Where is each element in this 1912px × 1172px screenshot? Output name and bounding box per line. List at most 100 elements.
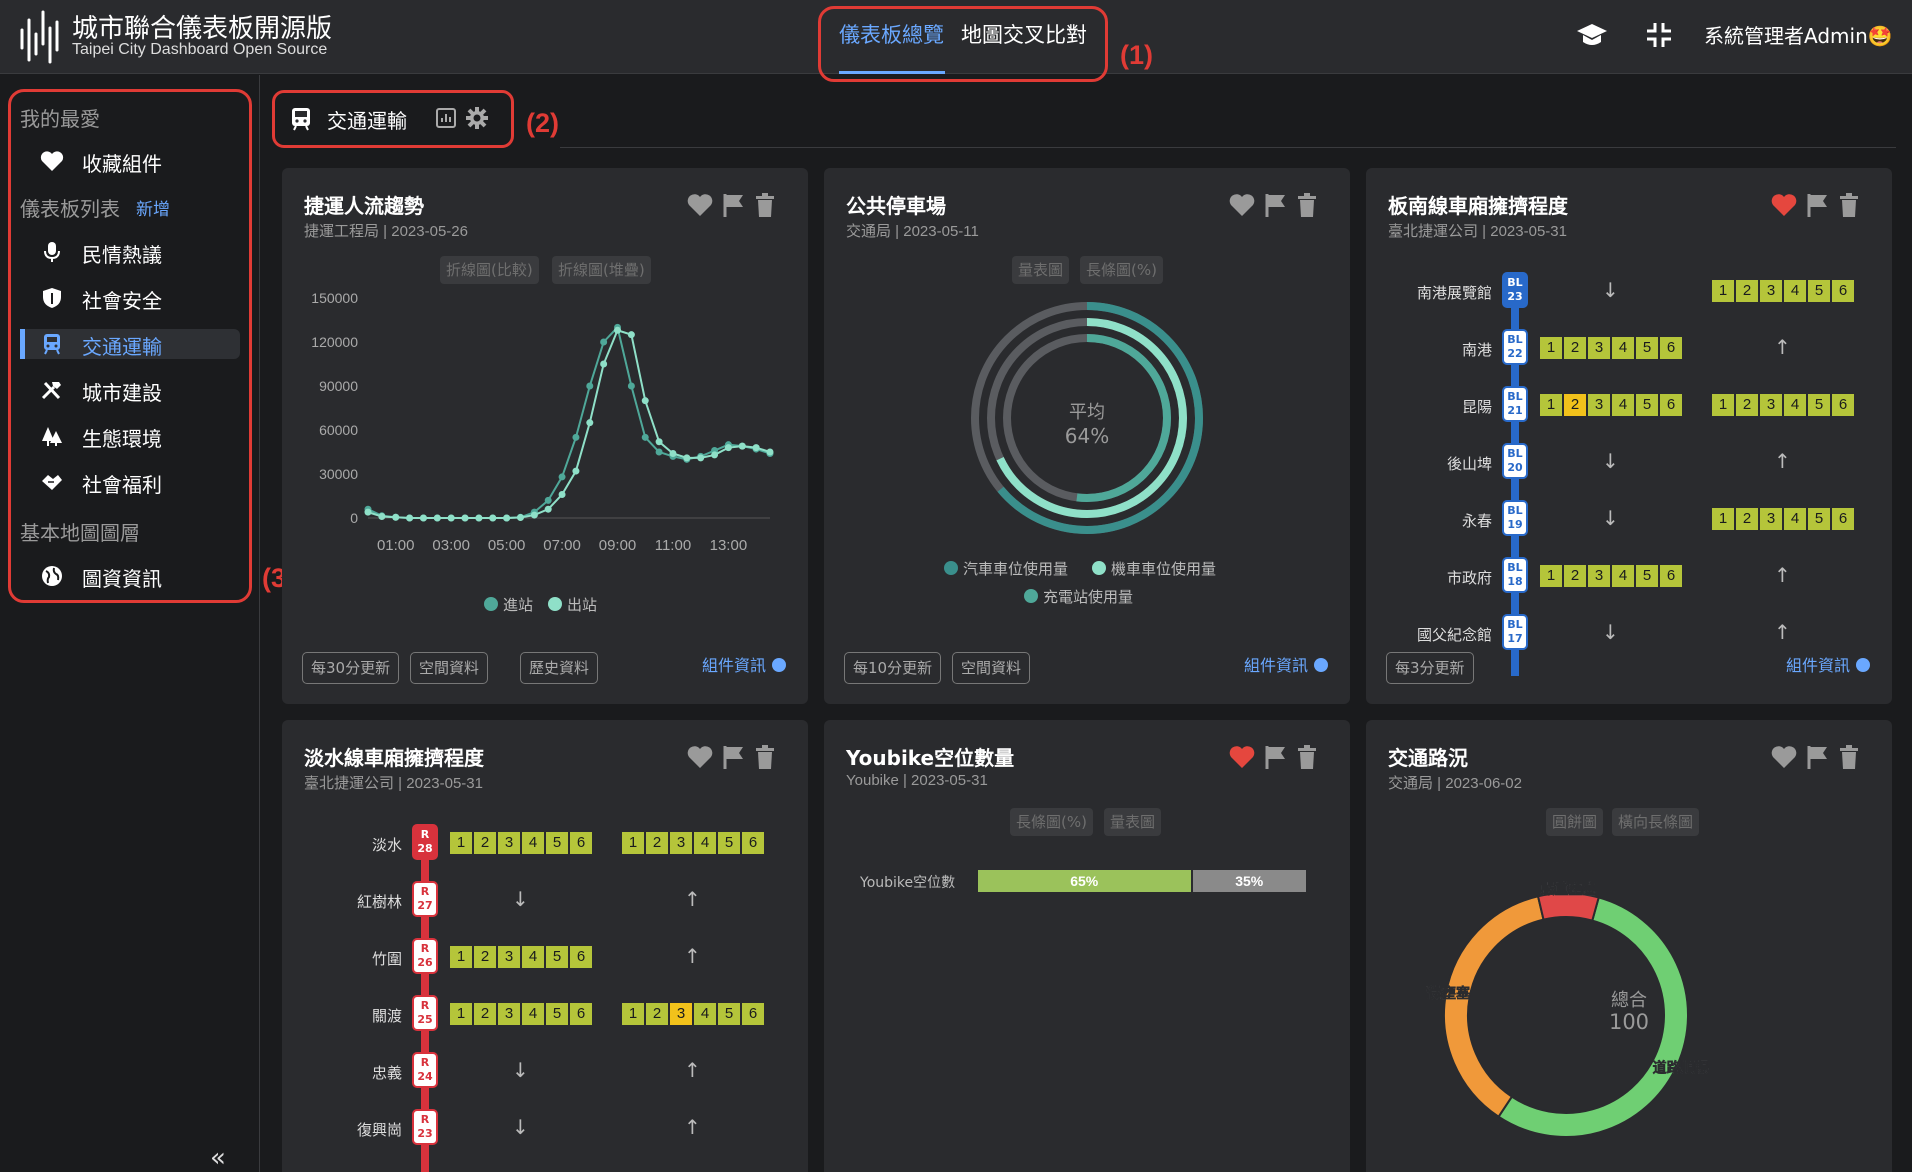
data-point [516, 514, 524, 522]
car-cell: 6 [1832, 394, 1854, 416]
station-row: 南港 BL 22 1 2 3 4 5 6 ↑ [1462, 329, 1802, 373]
delete-trash-icon[interactable] [1296, 192, 1318, 218]
sidebar-item-favorites[interactable]: 收藏組件 [20, 146, 240, 176]
report-flag-icon[interactable] [1264, 192, 1288, 218]
car-cell: 6 [1832, 508, 1854, 530]
sidebar-item-label: 民情熱議 [82, 243, 162, 267]
bar-segment: 65% [978, 870, 1193, 892]
spatial-data-tag[interactable]: 空間資料 [410, 652, 489, 684]
report-flag-icon[interactable] [1264, 744, 1288, 770]
station-name: 竹圍 [371, 950, 402, 968]
car-cell: 3 [498, 832, 520, 854]
car-cell: 3 [1588, 565, 1610, 587]
sidebar-item-public-opinion[interactable]: 民情熱議 [20, 237, 240, 267]
legend-label: 汽車車位使用量 [963, 560, 1069, 578]
graduation-cap-icon[interactable] [1576, 20, 1608, 50]
handshake-icon [42, 475, 62, 490]
data-point [572, 467, 580, 475]
x-tick-label: 07:00 [543, 537, 581, 554]
microphone-icon [44, 242, 60, 262]
slice-label: 輕微壅塞 [1426, 985, 1471, 1001]
arrow-down-icon: ↓ [512, 1058, 529, 1082]
card-source: 交通局 | 2023-05-11 [846, 223, 979, 240]
sidebar-item-social-welfare[interactable]: 社會福利 [20, 467, 240, 497]
card-source: 捷運工程局 | 2023-05-26 [304, 223, 468, 240]
car-cell: 2 [1564, 337, 1586, 359]
sidebar-item-label: 社會安全 [82, 289, 162, 313]
sidebar-item-map-data[interactable]: 圖資資訊 [20, 561, 240, 591]
favorite-heart-icon[interactable] [686, 192, 714, 218]
car-cell: 6 [1660, 337, 1682, 359]
sidebar-item-transportation[interactable]: 交通運輸 [20, 329, 240, 359]
station-name: 昆陽 [1461, 398, 1492, 416]
favorite-heart-icon[interactable] [1228, 744, 1256, 770]
chart-type-bar-percent[interactable]: 長條圖(%) [1080, 256, 1163, 284]
history-data-tag[interactable]: 歷史資料 [520, 652, 599, 684]
car-cell: 6 [570, 832, 592, 854]
slice-label: 道路順暢 [1653, 1059, 1709, 1075]
chart-type-pie[interactable]: 圓餅圖 [1546, 808, 1604, 836]
update-frequency-tag[interactable]: 每10分更新 [844, 652, 942, 684]
favorite-heart-icon[interactable] [1228, 192, 1256, 218]
chart-type-stacked-line[interactable]: 折線圖(堆疊) [552, 256, 651, 284]
settings-gear-icon[interactable] [465, 106, 489, 130]
slice-label: 嚴重壅塞 [1541, 881, 1598, 897]
data-point [752, 444, 760, 452]
user-menu[interactable]: 系統管理者Admin🤩 [1704, 20, 1893, 49]
donut-center-value: 100 [1608, 1010, 1650, 1034]
car-crowding-northbound: 123456 [622, 832, 764, 854]
car-cell: 2 [1736, 280, 1758, 302]
add-dashboard-link[interactable]: 新增 [136, 195, 170, 220]
chart-type-gauge[interactable]: 量表圖 [1012, 256, 1070, 284]
update-frequency-tag[interactable]: 每3分更新 [1386, 652, 1474, 684]
car-cell: 2 [646, 1003, 668, 1025]
bar-category-label: Youbike空位數 [860, 875, 956, 891]
car-cell: 4 [522, 832, 544, 854]
data-point [544, 496, 552, 504]
data-point [419, 514, 427, 522]
sidebar-item-city-construction[interactable]: 城市建設 [20, 375, 240, 405]
collapse-sidebar-button[interactable]: « [210, 1143, 226, 1172]
chart-type-horizontal-bar[interactable]: 橫向長條圖 [1612, 808, 1700, 836]
car-crowding-southbound: 123456 [450, 946, 592, 968]
delete-trash-icon[interactable] [1296, 744, 1318, 770]
report-icon[interactable] [435, 107, 457, 129]
tab-dashboard-overview[interactable]: 儀表板總覽 [839, 19, 944, 49]
update-frequency-tag[interactable]: 每30分更新 [302, 652, 400, 684]
gauge-center-label: 平均 [1069, 402, 1105, 423]
favorites-heading: 我的最愛 [20, 107, 100, 131]
legend-motorcycle: 機車車位使用量 [1092, 558, 1216, 579]
component-info-link[interactable]: 組件資訊 [1244, 652, 1328, 676]
legend-out: 出站 [548, 594, 597, 615]
component-info-link[interactable]: 組件資訊 [702, 652, 786, 676]
car-cell: 3 [1760, 508, 1782, 530]
station-row: 後山埤 BL 20 ↓ ↑ [1447, 443, 1802, 487]
car-cell: 4 [1612, 565, 1634, 587]
divider [560, 147, 1896, 148]
arrow-up-icon: ↑ [684, 1058, 701, 1082]
y-tick-label: 150000 [311, 290, 358, 306]
delete-trash-icon[interactable] [754, 192, 776, 218]
donut-center-label: 總合 [1611, 990, 1647, 1011]
car-cell: 3 [1760, 394, 1782, 416]
collapse-fullscreen-icon[interactable] [1644, 20, 1674, 50]
y-tick-label: 30000 [319, 466, 358, 482]
component-info-link[interactable]: 組件資訊 [1786, 652, 1870, 676]
legend-label: 機車車位使用量 [1111, 560, 1217, 578]
chart-type-compare-line[interactable]: 折線圖(比較) [440, 256, 539, 284]
spatial-data-tag[interactable]: 空間資料 [952, 652, 1031, 684]
tab-map-cross-compare[interactable]: 地圖交叉比對 [961, 19, 1087, 49]
delete-trash-icon[interactable] [1838, 744, 1860, 770]
report-flag-icon[interactable] [1806, 744, 1830, 770]
report-flag-icon[interactable] [722, 192, 746, 218]
legend-swatch [548, 597, 562, 611]
card-public-parking: 公共停車場 交通局 | 2023-05-11 量表圖 長條圖(%) 平均 64%… [824, 168, 1350, 704]
car-cell: 6 [1660, 565, 1682, 587]
sidebar-item-ecology[interactable]: 生態環境 [20, 421, 240, 451]
favorite-heart-icon[interactable] [1770, 744, 1798, 770]
sidebar-item-public-safety[interactable]: 社會安全 [20, 283, 240, 313]
car-cell: 5 [1808, 394, 1830, 416]
chart-type-bar-percent[interactable]: 長條圖(%) [1010, 808, 1093, 836]
component-info-label: 組件資訊 [1243, 656, 1308, 675]
chart-type-gauge[interactable]: 量表圖 [1104, 808, 1162, 836]
